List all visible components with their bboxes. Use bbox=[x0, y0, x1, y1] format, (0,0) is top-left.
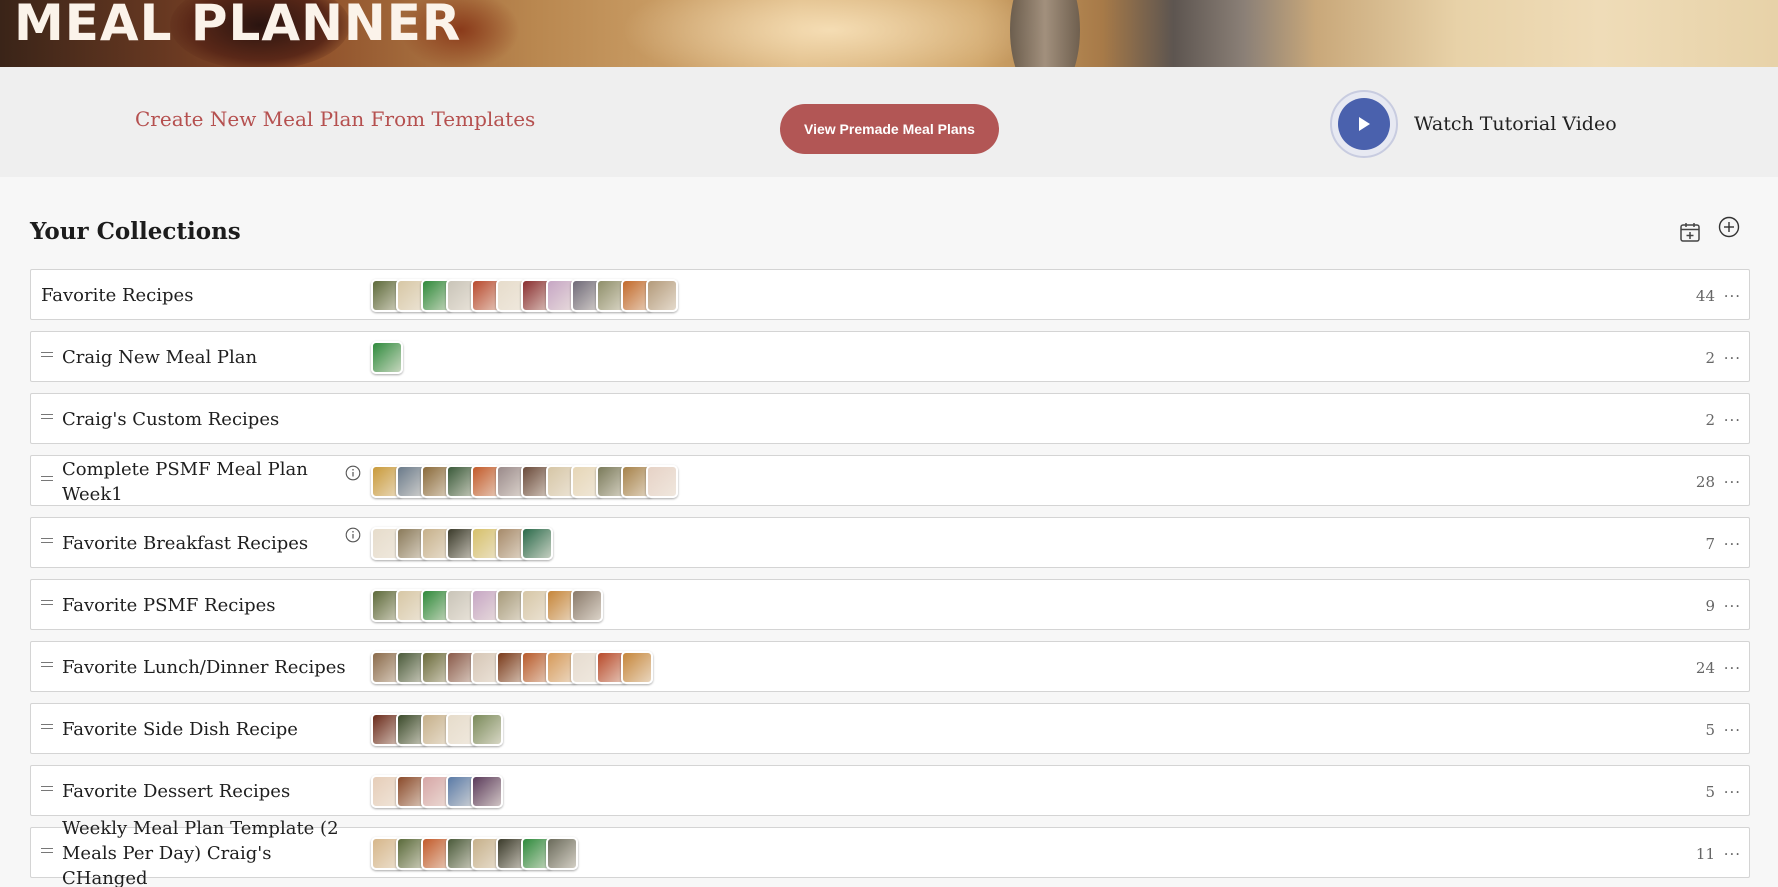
collection-name: Craig New Meal Plan bbox=[62, 347, 258, 368]
collection-name: Favorite Breakfast Recipes bbox=[62, 533, 309, 554]
drag-handle-icon[interactable] bbox=[41, 786, 53, 791]
recipe-thumbnail[interactable] bbox=[371, 341, 403, 374]
action-bar: Create New Meal Plan From Templates View… bbox=[0, 67, 1778, 177]
recipe-count: 2 bbox=[1705, 410, 1715, 429]
drag-handle-icon[interactable] bbox=[41, 538, 53, 543]
recipe-thumbnail[interactable] bbox=[471, 775, 503, 808]
collection-row[interactable]: Favorite PSMF Recipes 9 ··· bbox=[30, 579, 1750, 630]
collection-name: Favorite Side Dish Recipe bbox=[62, 719, 298, 740]
recipe-thumbnail[interactable] bbox=[521, 527, 553, 560]
recipe-count: 11 bbox=[1695, 844, 1715, 863]
more-icon[interactable]: ··· bbox=[1724, 270, 1741, 321]
drag-handle-icon[interactable] bbox=[41, 662, 53, 667]
collection-row[interactable]: Craig New Meal Plan 2 ··· bbox=[30, 331, 1750, 382]
collection-row[interactable]: Complete PSMF Meal Plan Week1 28 ··· bbox=[30, 455, 1750, 506]
more-icon[interactable]: ··· bbox=[1724, 394, 1741, 445]
drag-handle-icon[interactable] bbox=[41, 724, 53, 729]
more-icon[interactable]: ··· bbox=[1724, 766, 1741, 817]
more-icon[interactable]: ··· bbox=[1724, 518, 1741, 569]
view-premade-meal-plans-button[interactable]: View Premade Meal Plans bbox=[780, 104, 999, 154]
plus-circle-icon[interactable] bbox=[1718, 216, 1740, 238]
more-icon[interactable]: ··· bbox=[1724, 642, 1741, 693]
watch-tutorial-video[interactable]: Watch Tutorial Video bbox=[1330, 90, 1617, 158]
collection-name: Favorite Dessert Recipes bbox=[62, 781, 291, 802]
page-title: MEAL PLANNER bbox=[14, 0, 462, 52]
collections-heading: Your Collections bbox=[30, 218, 241, 245]
calendar-plus-icon[interactable] bbox=[1679, 221, 1701, 243]
collection-name: Favorite PSMF Recipes bbox=[62, 595, 276, 616]
recipe-thumbnail[interactable] bbox=[471, 713, 503, 746]
collection-name: Weekly Meal Plan Template (2 Meals Per D… bbox=[62, 818, 339, 887]
recipe-count: 2 bbox=[1705, 348, 1715, 367]
create-from-templates-link[interactable]: Create New Meal Plan From Templates bbox=[135, 107, 535, 131]
collection-name: Favorite Recipes bbox=[41, 285, 194, 306]
collection-name: Complete PSMF Meal Plan Week1 bbox=[62, 458, 308, 505]
collection-name: Favorite Lunch/Dinner Recipes bbox=[62, 657, 346, 678]
recipe-count: 5 bbox=[1705, 720, 1715, 739]
drag-handle-icon[interactable] bbox=[41, 848, 53, 853]
collection-row[interactable]: Favorite Side Dish Recipe 5 ··· bbox=[30, 703, 1750, 754]
collection-row[interactable]: Favorite Dessert Recipes 5 ··· bbox=[30, 765, 1750, 816]
more-icon[interactable]: ··· bbox=[1724, 704, 1741, 755]
recipe-count: 5 bbox=[1705, 782, 1715, 801]
banner: MEAL PLANNER bbox=[0, 0, 1778, 67]
recipe-count: 7 bbox=[1705, 534, 1715, 553]
recipe-thumbnail[interactable] bbox=[646, 279, 678, 312]
drag-handle-icon[interactable] bbox=[41, 600, 53, 605]
collection-name: Craig's Custom Recipes bbox=[62, 409, 280, 430]
collection-row[interactable]: Favorite Lunch/Dinner Recipes 24 ··· bbox=[30, 641, 1750, 692]
recipe-thumbnail[interactable] bbox=[546, 837, 578, 870]
drag-handle-icon[interactable] bbox=[41, 414, 53, 419]
more-icon[interactable]: ··· bbox=[1724, 580, 1741, 631]
more-icon[interactable]: ··· bbox=[1724, 456, 1741, 507]
recipe-count: 9 bbox=[1705, 596, 1715, 615]
info-icon[interactable] bbox=[345, 527, 361, 543]
recipe-count: 24 bbox=[1695, 658, 1715, 677]
collection-row[interactable]: Favorite Breakfast Recipes 7 ··· bbox=[30, 517, 1750, 568]
drag-handle-icon[interactable] bbox=[41, 352, 53, 357]
collection-row[interactable]: Craig's Custom Recipes 2 ··· bbox=[30, 393, 1750, 444]
play-icon bbox=[1359, 117, 1370, 131]
info-icon[interactable] bbox=[345, 465, 361, 481]
collection-row[interactable]: Favorite Recipes 44 ··· bbox=[30, 269, 1750, 320]
more-icon[interactable]: ··· bbox=[1724, 332, 1741, 383]
recipe-count: 44 bbox=[1695, 286, 1715, 305]
recipe-count: 28 bbox=[1695, 472, 1715, 491]
more-icon[interactable]: ··· bbox=[1724, 828, 1741, 879]
drag-handle-icon[interactable] bbox=[41, 476, 53, 481]
collection-row[interactable]: Weekly Meal Plan Template (2 Meals Per D… bbox=[30, 818, 1750, 887]
recipe-thumbnail[interactable] bbox=[646, 465, 678, 498]
play-button[interactable] bbox=[1330, 90, 1398, 158]
recipe-thumbnail[interactable] bbox=[571, 589, 603, 622]
recipe-thumbnail[interactable] bbox=[621, 651, 653, 684]
tutorial-label: Watch Tutorial Video bbox=[1414, 113, 1617, 135]
